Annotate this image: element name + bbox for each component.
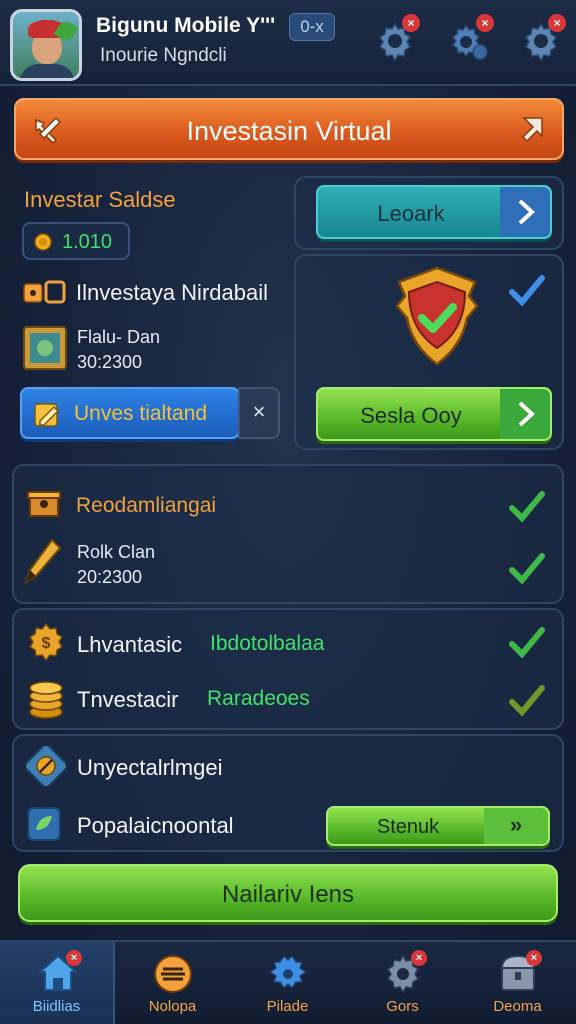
close-button[interactable]: ×	[238, 387, 280, 439]
notification-badge: ×	[548, 14, 566, 32]
nav-label: Biidlias	[32, 998, 81, 1015]
gear-icon[interactable]: ×	[520, 14, 566, 62]
extra-row1-label: Unyectalrlmgei	[77, 755, 223, 780]
leoark-button-label: Leoark	[377, 201, 445, 226]
nav-label: Pilade	[266, 998, 309, 1015]
main-cta-label: Nailariv Iens	[221, 881, 355, 908]
chevron-right-icon	[500, 389, 550, 439]
banner-title: Investasin Virtual	[186, 116, 392, 146]
chevron-right-icon	[500, 187, 550, 237]
balance-value: 1.010	[62, 231, 113, 253]
svg-text:$: $	[42, 635, 51, 652]
invest-input-button[interactable]: Unves tialtand	[20, 387, 240, 439]
nav-item-puzzle[interactable]: Pilade	[230, 942, 345, 1024]
title-banner: Investasin Virtual	[14, 98, 564, 160]
level-badge: 0-x	[289, 13, 335, 41]
check-icon	[509, 627, 545, 659]
reward-box-icon	[27, 491, 61, 517]
pencil-note-icon	[34, 403, 60, 427]
avatar-body	[19, 64, 75, 78]
gear-icon[interactable]: ×	[374, 14, 420, 62]
reward-item-value: 20:2300	[77, 567, 143, 587]
app-header: Bigunu Mobile Y''' Inourie Ngndcli 0-x ×…	[0, 0, 576, 86]
leaf-tile-icon	[27, 807, 61, 841]
app-subtitle: Inourie Ngndcli	[100, 45, 227, 66]
item-title: Flalu- Dan	[77, 327, 161, 347]
app-title: Bigunu Mobile Y'''	[96, 14, 276, 37]
puzzle-gear-icon	[268, 954, 308, 990]
nav-label: Gors	[386, 998, 419, 1015]
stats-row1-label: Lhvantasic	[77, 632, 183, 657]
notification-badge: ×	[66, 950, 82, 966]
shield-check-icon	[395, 266, 479, 366]
check-icon	[509, 685, 545, 717]
notification-badge: ×	[411, 950, 427, 966]
investor-label: Investar Saldse	[24, 187, 176, 212]
picture-frame-icon	[23, 326, 67, 370]
check-icon	[509, 553, 545, 585]
main-cta-button[interactable]: Nailariv Iens	[18, 864, 558, 922]
nav-item-coin[interactable]: Nolopa	[115, 942, 230, 1024]
nav-label: Deoma	[493, 998, 542, 1015]
check-icon	[509, 491, 545, 523]
rewards-label: Reodamliangai	[76, 494, 217, 517]
settings-gear-icon[interactable]: ×	[448, 14, 494, 62]
sesla-button[interactable]: Sesla Ooy	[316, 387, 552, 441]
stats-row1-value: Ibdotolbalaa	[210, 632, 325, 655]
stats-row2-value: Raradeoes	[207, 687, 310, 710]
avatar[interactable]	[10, 9, 82, 81]
notification-badge: ×	[476, 14, 494, 32]
nav-item-home[interactable]: × Biidlias	[0, 942, 115, 1024]
stats-row2-label: Tnvestacir	[77, 687, 179, 712]
nav-item-chest[interactable]: × Deoma	[460, 942, 575, 1024]
bottom-nav: × Biidlias Nolopa Pilade × Gors × Deoma	[0, 940, 576, 1024]
coin-stack-icon	[29, 681, 63, 719]
invest-input-label: Unves tialtand	[74, 402, 208, 425]
sesla-button-label: Sesla Ooy	[360, 403, 462, 428]
nav-label: Nolopa	[148, 998, 197, 1015]
pencil-icon	[24, 538, 62, 585]
compass-icon	[26, 746, 66, 786]
coin-icon	[154, 955, 192, 993]
notification-badge: ×	[526, 950, 542, 966]
balance-box: 1.010	[22, 222, 130, 260]
extra-row2-label: Popalaicnoontal	[77, 813, 234, 838]
item-value: 30:2300	[77, 352, 143, 372]
wallet-icon	[23, 280, 66, 304]
notification-badge: ×	[402, 14, 420, 32]
coin-icon	[34, 233, 52, 251]
arrow-icon[interactable]	[518, 114, 548, 144]
investment-line: Ilnvestaya Nirdabail	[76, 280, 268, 305]
leoark-button[interactable]: Leoark	[316, 185, 552, 239]
dollar-gear-icon: $	[28, 622, 64, 662]
nav-item-gears[interactable]: × Gors	[345, 942, 460, 1024]
stenuk-button-label: Stenuk	[376, 816, 440, 838]
double-chevron-icon: »	[484, 808, 548, 844]
reward-item-title: Rolk Clan	[77, 542, 156, 562]
stenuk-button[interactable]: Stenuk »	[326, 806, 550, 846]
check-icon	[509, 275, 545, 307]
